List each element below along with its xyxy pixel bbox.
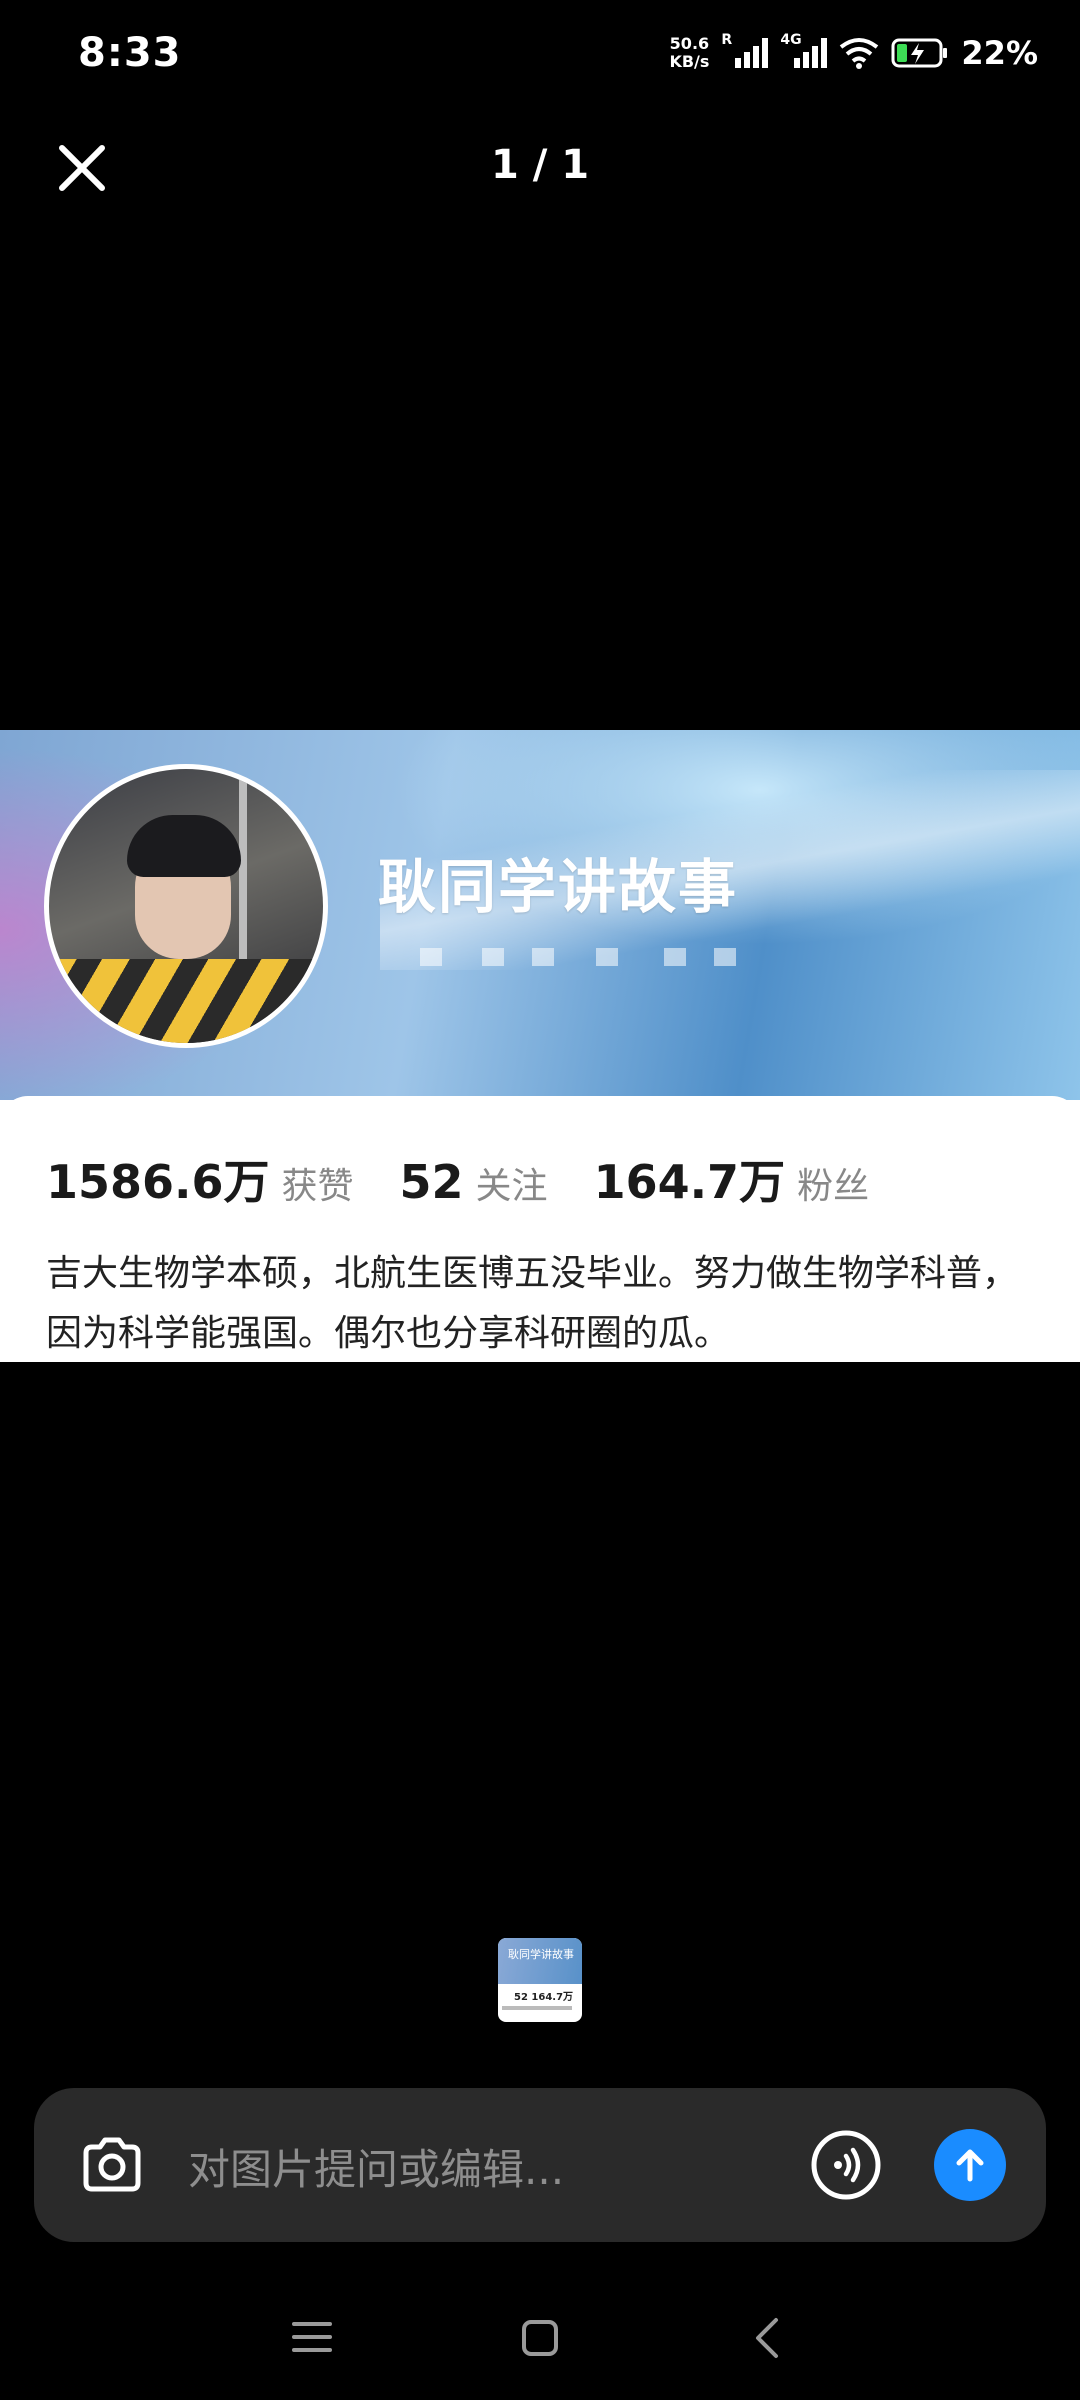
home-square-icon[interactable] — [520, 2318, 560, 2358]
followers-count: 164.7万 — [593, 1155, 786, 1209]
profile-bio: 吉大生物学本硕，北航生医博五没毕业。努力做生物学科普，因为科学能强国。偶尔也分享… — [46, 1253, 1019, 1354]
avatar-shirt — [49, 959, 323, 1043]
prompt-input[interactable]: 对图片提问或编辑... — [188, 2136, 564, 2197]
camera-icon[interactable] — [76, 2129, 148, 2201]
send-button[interactable] — [934, 2129, 1006, 2201]
send-arrow-up-icon — [956, 2149, 984, 2182]
signal-icon: 4G — [780, 32, 828, 68]
net-speed-unit: KB/s — [669, 52, 710, 71]
thumbnail-title: 耿同学讲故事 — [508, 1948, 574, 1961]
battery-percent: 22% — [961, 34, 1038, 72]
following-label: 关注 — [475, 1166, 548, 1207]
signal-icon: R — [721, 32, 769, 68]
thumbnail-line — [502, 2006, 572, 2010]
avatar-hair — [127, 815, 241, 877]
status-bar-right: 50.6 KB/s R 4G 22% — [669, 32, 1038, 72]
thumbnail-stats: 52 164.7万 — [514, 1992, 574, 2003]
profile-name: 耿同学讲故事 — [378, 853, 739, 921]
shared-image[interactable]: 耿同学讲故事 1586.6万 获赞 52 关注 164.7万 粉丝 吉大生物学本… — [0, 730, 1080, 1362]
profile-banner: 耿同学讲故事 — [0, 730, 1080, 1100]
page-counter: 1 / 1 — [490, 142, 590, 188]
profile-stats: 1586.6万 获赞 52 关注 164.7万 粉丝 — [46, 1146, 915, 1212]
wifi-icon — [840, 38, 879, 69]
back-chevron-icon[interactable] — [752, 2316, 782, 2360]
battery-charging-icon — [891, 38, 948, 68]
image-thumbnail[interactable]: 耿同学讲故事 52 164.7万 — [498, 1938, 582, 2022]
pixelated-text — [420, 948, 736, 966]
prompt-input-bar: 对图片提问或编辑... — [34, 2088, 1046, 2242]
voice-call-icon[interactable] — [810, 2129, 882, 2201]
sim1-label: R — [721, 32, 733, 48]
followers-label: 粉丝 — [797, 1166, 870, 1207]
menu-icon[interactable] — [290, 2318, 334, 2356]
profile-card: 1586.6万 获赞 52 关注 164.7万 粉丝 吉大生物学本硕，北航生医博… — [0, 1096, 1080, 1362]
net-speed: 50.6 KB/s — [669, 35, 709, 71]
following-count: 52 — [399, 1155, 464, 1209]
net-speed-value: 50.6 — [669, 34, 710, 53]
likes-label: 获赞 — [281, 1166, 354, 1207]
sim2-label: 4G — [780, 32, 802, 48]
status-time: 8:33 — [78, 30, 182, 76]
likes-count: 1586.6万 — [46, 1155, 270, 1209]
avatar — [44, 764, 328, 1048]
